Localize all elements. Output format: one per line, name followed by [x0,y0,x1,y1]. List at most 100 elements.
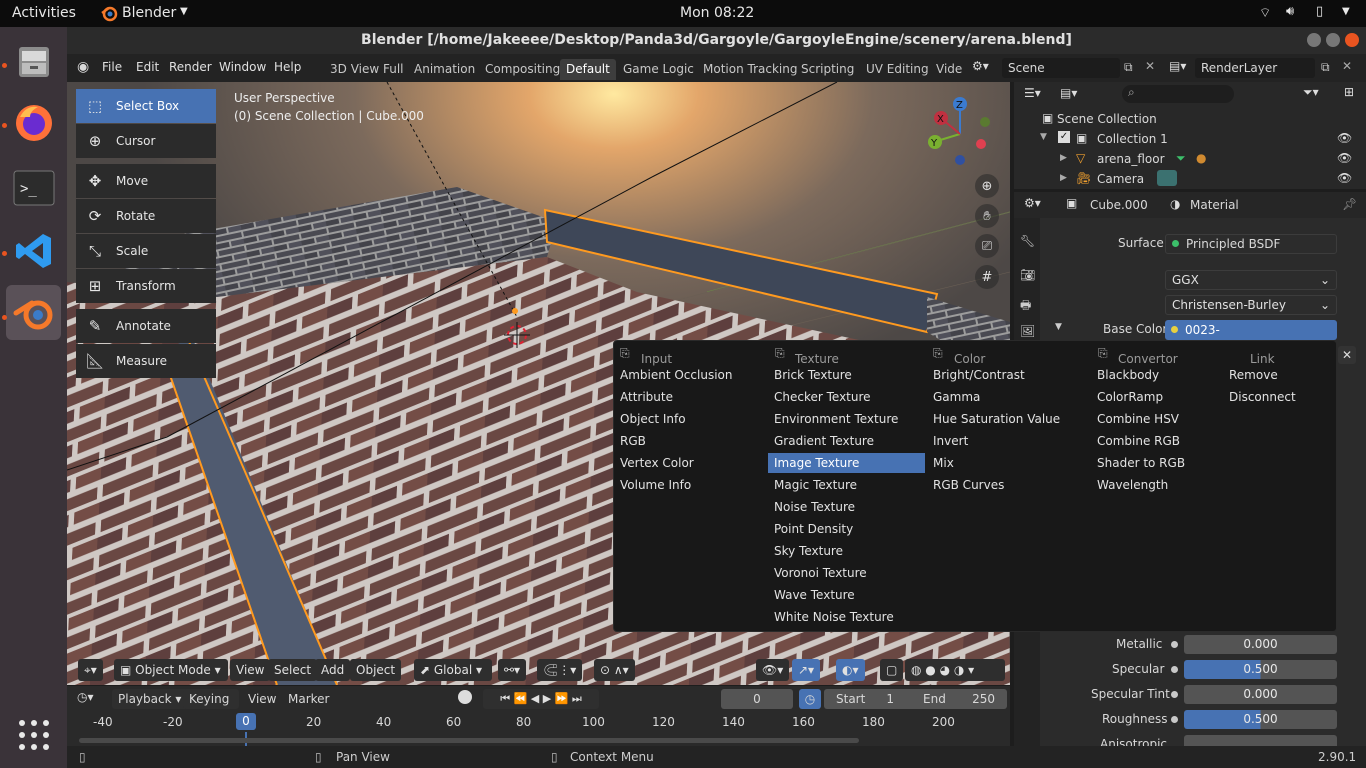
specular-tint-field[interactable]: 0.000 [1184,685,1337,704]
blender-logo-icon[interactable]: ◉ [77,59,89,75]
outliner-item-arena-floor[interactable]: arena_floor [1097,152,1165,166]
timeline-view-menu[interactable]: View [248,692,276,706]
menu-item-brick-texture[interactable]: Brick Texture [774,365,852,385]
maximize-button[interactable] [1326,33,1340,47]
eye-icon[interactable]: 👁︎ [1337,131,1352,145]
outliner-search-input[interactable]: ⌕ [1122,85,1234,103]
menu-item-object-info[interactable]: Object Info [620,409,686,429]
remove-view-layer-icon[interactable]: ✕ [1342,59,1352,73]
editor-type-icon[interactable]: ⌖▾ [78,659,103,681]
navigation-gizmo[interactable]: Z Y X [917,94,997,174]
menu-render[interactable]: Render [169,60,212,74]
distribution-dropdown[interactable]: GGX ⌄ [1165,270,1337,290]
menu-select[interactable]: Select [268,659,318,681]
terminal-app-icon[interactable]: >_ [6,161,61,216]
tool-transform[interactable]: ⊞ Transform [76,269,216,303]
vscode-app-icon[interactable] [6,223,61,278]
menu-add[interactable]: Add [315,659,351,681]
orientation-dropdown[interactable]: ⬈ Global ▾ [414,659,492,681]
menu-item-gamma[interactable]: Gamma [933,387,980,407]
menu-item-combine-hsv[interactable]: Combine HSV [1097,409,1179,429]
proportional-edit-icon[interactable]: ⊙ ∧▾ [594,659,635,681]
menu-item-environment-texture[interactable]: Environment Texture [774,409,898,429]
filter-icon[interactable]: ⏷▾ [1303,85,1319,100]
tool-measure[interactable]: 📐︎ Measure [76,344,216,378]
minimize-button[interactable] [1307,33,1321,47]
pin-icon[interactable]: 📌︎ [1342,197,1357,211]
expand-arrow-icon[interactable]: ▶ [1060,173,1067,183]
view-layer-icon[interactable]: ▤▾ [1169,59,1186,73]
menu-item-ambient-occlusion[interactable]: Ambient Occlusion [620,365,732,385]
activities-button[interactable]: Activities [12,5,76,21]
tab-motion-tracking[interactable]: Motion Tracking [697,59,803,80]
menu-help[interactable]: Help [274,60,301,74]
menu-item-disconnect[interactable]: Disconnect [1229,387,1296,407]
anisotropic-field[interactable] [1184,735,1337,746]
menu-item-voronoi-texture[interactable]: Voronoi Texture [774,563,867,583]
base-color-field[interactable]: 0023-1024x1024.jpg.001 [1165,320,1337,357]
tool-select-box[interactable]: ⬚ Select Box [76,89,216,123]
preview-range-icon[interactable]: ◷ [799,689,821,709]
tab-uv-editing[interactable]: UV Editing [860,59,935,80]
gizmo-toggle-icon[interactable]: ↗▾ [792,659,821,681]
menu-item-wavelength[interactable]: Wavelength [1097,475,1168,495]
expand-arrow-icon[interactable]: ▼ [1040,132,1047,142]
record-icon[interactable] [458,690,472,704]
menu-item-vertex-color[interactable]: Vertex Color [620,453,694,473]
wifi-icon[interactable]: ⌔ [1259,5,1271,21]
tab-default[interactable]: Default [560,59,616,80]
battery-icon[interactable]: ▯ [1316,4,1323,19]
visibility-icon[interactable]: 👁︎▾ [756,659,790,681]
shading-mode-icons[interactable]: ◍ ● ◕ ◑ ▾ [905,659,1005,681]
tool-annotate[interactable]: ✎ Annotate [76,309,216,343]
menu-item-hue-saturation-value[interactable]: Hue Saturation Value [933,409,1060,429]
tab-video[interactable]: Vide [930,59,968,80]
mesh-data-icon[interactable]: ⏷ [1176,151,1186,166]
menu-file[interactable]: File [102,60,122,74]
scene-name-field[interactable]: Scene [1002,58,1120,78]
playhead[interactable]: 0 [236,713,256,730]
menu-item-remove[interactable]: Remove [1229,365,1278,385]
output-tab-icon[interactable]: 🖶︎ [1020,296,1031,317]
display-mode-icon[interactable]: ▤▾ [1060,86,1077,100]
system-menu-chevron-icon[interactable]: ▼ [1342,6,1350,17]
grid-ortho-icon[interactable]: # [975,265,999,289]
menu-view[interactable]: View [230,659,271,681]
menu-item-invert[interactable]: Invert [933,431,968,451]
menu-item-rgb[interactable]: RGB [620,431,646,451]
new-view-layer-icon[interactable]: ⧉ [1321,60,1330,75]
menu-item-checker-texture[interactable]: Checker Texture [774,387,871,407]
menu-item-shader-to-rgb[interactable]: Shader to RGB [1097,453,1185,473]
tool-tab-icon[interactable]: 🔧︎ [1020,234,1035,248]
app-menu[interactable]: Blender [122,5,176,21]
menu-edit[interactable]: Edit [136,60,159,74]
menu-window[interactable]: Window [219,60,266,74]
eye-icon[interactable]: 👁︎ [1337,151,1352,165]
current-frame-field[interactable]: 0 [721,689,793,709]
show-applications-icon[interactable] [16,717,52,753]
close-button[interactable] [1345,33,1359,47]
tool-scale[interactable]: ⤡ Scale [76,234,216,268]
tab-game-logic[interactable]: Game Logic [617,59,700,80]
close-icon[interactable]: ✕ [1338,346,1356,364]
timeline-ruler[interactable]: -40 -20 0 20 40 60 80 100 120 140 160 18… [67,712,1010,732]
blender-dock-icon[interactable] [6,285,61,340]
checkbox-icon[interactable]: ✓ [1058,131,1070,143]
menu-item-colorramp[interactable]: ColorRamp [1097,387,1163,407]
outliner-scene-collection[interactable]: Scene Collection [1057,112,1157,126]
camera-data-icon[interactable] [1157,170,1177,186]
files-app-icon[interactable] [6,33,61,88]
camera-view-icon[interactable]: ⎚ [975,234,999,258]
xray-icon[interactable]: ▢ [880,659,904,681]
material-icon[interactable]: ● [1196,151,1206,165]
menu-item-combine-rgb[interactable]: Combine RGB [1097,431,1180,451]
tool-cursor[interactable]: ⊕ Cursor [76,124,216,158]
menu-item-white-noise-texture[interactable]: White Noise Texture [774,607,894,627]
menu-item-image-texture[interactable]: Image Texture [768,453,925,473]
remove-scene-icon[interactable]: ✕ [1145,59,1155,73]
volume-icon[interactable]: 🔊︎ [1286,4,1294,19]
specular-field[interactable]: 0.500 [1184,660,1337,679]
render-tab-icon[interactable]: 📷︎ [1020,268,1035,282]
object-mode-dropdown[interactable]: ▣ Object Mode ▾ [114,659,228,681]
timeline-scrollbar[interactable] [79,738,859,743]
